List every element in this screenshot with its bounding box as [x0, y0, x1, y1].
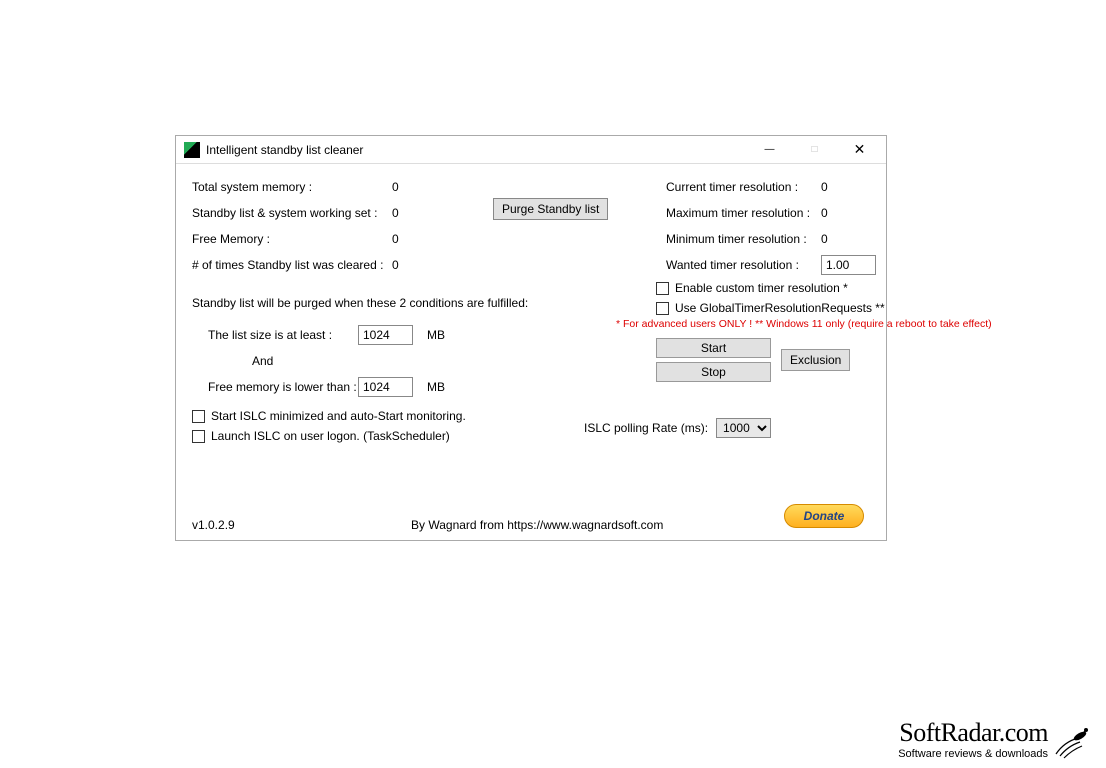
minimized-checkbox[interactable]: [192, 410, 205, 423]
window-title: Intelligent standby list cleaner: [206, 143, 363, 157]
custom-timer-label: Enable custom timer resolution *: [675, 281, 848, 295]
minimize-button[interactable]: ―: [747, 137, 792, 163]
app-icon: [184, 142, 200, 158]
global-timer-checkbox[interactable]: [656, 302, 669, 315]
minimized-label: Start ISLC minimized and auto-Start moni…: [211, 409, 466, 423]
exclusion-button[interactable]: Exclusion: [781, 349, 850, 371]
free-memory-value: 0: [392, 232, 452, 246]
list-size-label: The list size is at least :: [208, 328, 358, 342]
custom-timer-checkbox[interactable]: [656, 282, 669, 295]
cur-timer-value: 0: [821, 180, 828, 194]
start-button[interactable]: Start: [656, 338, 771, 358]
max-timer-label: Maximum timer resolution :: [666, 206, 821, 220]
titlebar: Intelligent standby list cleaner ― □ ✕: [176, 136, 886, 164]
and-label: And: [252, 354, 273, 368]
total-memory-value: 0: [392, 180, 452, 194]
purge-button[interactable]: Purge Standby list: [493, 198, 608, 220]
max-timer-value: 0: [821, 206, 828, 220]
total-memory-label: Total system memory :: [192, 180, 392, 194]
version-label: v1.0.2.9: [192, 518, 235, 532]
satellite-icon: [1050, 724, 1094, 760]
min-timer-label: Minimum timer resolution :: [666, 232, 821, 246]
app-window: Intelligent standby list cleaner ― □ ✕ T…: [175, 135, 887, 541]
cleared-count-label: # of times Standby list was cleared :: [192, 258, 392, 272]
byline-label: By Wagnard from https://www.wagnardsoft.…: [411, 518, 663, 532]
free-lower-unit: MB: [427, 380, 445, 394]
free-memory-label: Free Memory :: [192, 232, 392, 246]
list-size-input[interactable]: [358, 325, 413, 345]
global-timer-label: Use GlobalTimerResolutionRequests **: [675, 301, 885, 315]
logon-checkbox[interactable]: [192, 430, 205, 443]
right-column: Current timer resolution : 0 Maximum tim…: [656, 174, 1056, 382]
min-timer-value: 0: [821, 232, 828, 246]
free-lower-label: Free memory is lower than :: [208, 380, 358, 394]
maximize-button[interactable]: □: [792, 137, 837, 163]
stop-button[interactable]: Stop: [656, 362, 771, 382]
watermark-brand: SoftRadar.com: [898, 718, 1048, 748]
standby-set-label: Standby list & system working set :: [192, 206, 392, 220]
wanted-timer-label: Wanted timer resolution :: [666, 258, 821, 272]
cleared-count-value: 0: [392, 258, 452, 272]
polling-select[interactable]: 1000: [716, 418, 771, 438]
logon-label: Launch ISLC on user logon. (TaskSchedule…: [211, 429, 450, 443]
watermark: SoftRadar.com Software reviews & downloa…: [898, 718, 1094, 760]
close-button[interactable]: ✕: [837, 137, 882, 163]
wanted-timer-input[interactable]: [821, 255, 876, 275]
content-area: Total system memory : 0 Standby list & s…: [176, 164, 886, 540]
conditions-text: Standby list will be purged when these 2…: [192, 296, 622, 310]
watermark-tag: Software reviews & downloads: [898, 748, 1048, 760]
cur-timer-label: Current timer resolution :: [666, 180, 821, 194]
free-lower-input[interactable]: [358, 377, 413, 397]
standby-set-value: 0: [392, 206, 452, 220]
list-size-unit: MB: [427, 328, 445, 342]
donate-button[interactable]: Donate: [784, 504, 864, 528]
warning-text: * For advanced users ONLY ! ** Windows 1…: [616, 318, 1056, 330]
polling-label: ISLC polling Rate (ms):: [584, 421, 708, 435]
